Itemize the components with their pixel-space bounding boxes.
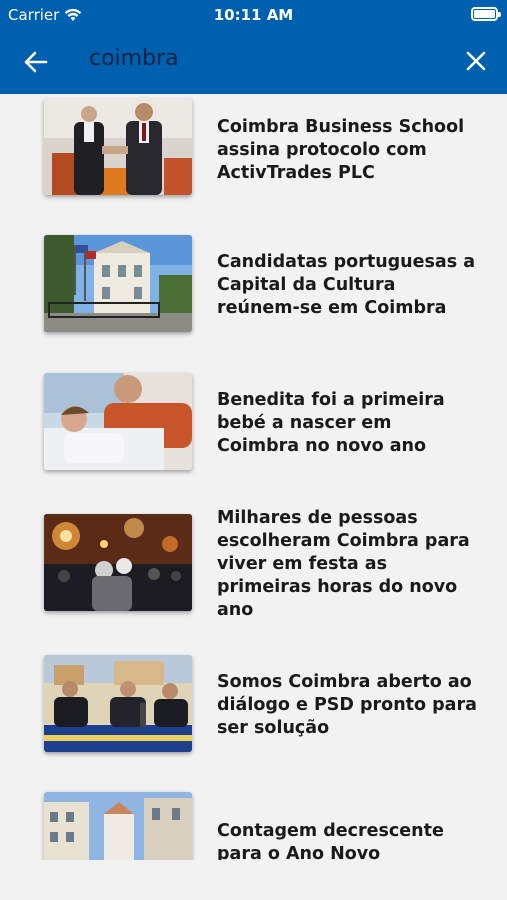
status-bar: Carrier 10:11 AM <box>0 0 507 30</box>
search-header: coimbra <box>0 30 507 94</box>
news-title: Benedita foi a primeira bebé a nascer em… <box>217 390 445 456</box>
list-item[interactable]: Milhares de pessoas escolheram Coimbra p… <box>44 508 484 634</box>
news-thumbnail <box>44 235 192 332</box>
clock: 10:11 AM <box>213 6 294 24</box>
close-icon[interactable] <box>462 47 490 75</box>
news-title: Somos Coimbra aberto ao diálogo e PSD pr… <box>217 672 477 738</box>
list-item[interactable]: Candidatas portuguesas a Capital da Cult… <box>44 235 484 335</box>
news-thumbnail <box>44 98 192 195</box>
list-item[interactable]: Coimbra Business School assina protocolo… <box>44 98 484 198</box>
news-thumbnail <box>44 514 192 611</box>
back-arrow-icon[interactable] <box>22 48 50 76</box>
list-item[interactable]: Benedita foi a primeira bebé a nascer em… <box>44 373 484 473</box>
news-thumbnail <box>44 655 192 752</box>
list-bottom-edge <box>0 860 507 900</box>
news-title: Candidatas portuguesas a Capital da Cult… <box>217 252 476 318</box>
battery-icon <box>471 7 501 21</box>
news-title: Coimbra Business School assina protocolo… <box>217 117 465 183</box>
news-title: Milhares de pessoas escolheram Coimbra p… <box>217 508 470 620</box>
results-list: Coimbra Business School assina protocolo… <box>0 94 507 900</box>
news-thumbnail <box>44 373 192 470</box>
search-query[interactable]: coimbra <box>89 46 179 71</box>
list-item[interactable]: Somos Coimbra aberto ao diálogo e PSD pr… <box>44 655 484 755</box>
